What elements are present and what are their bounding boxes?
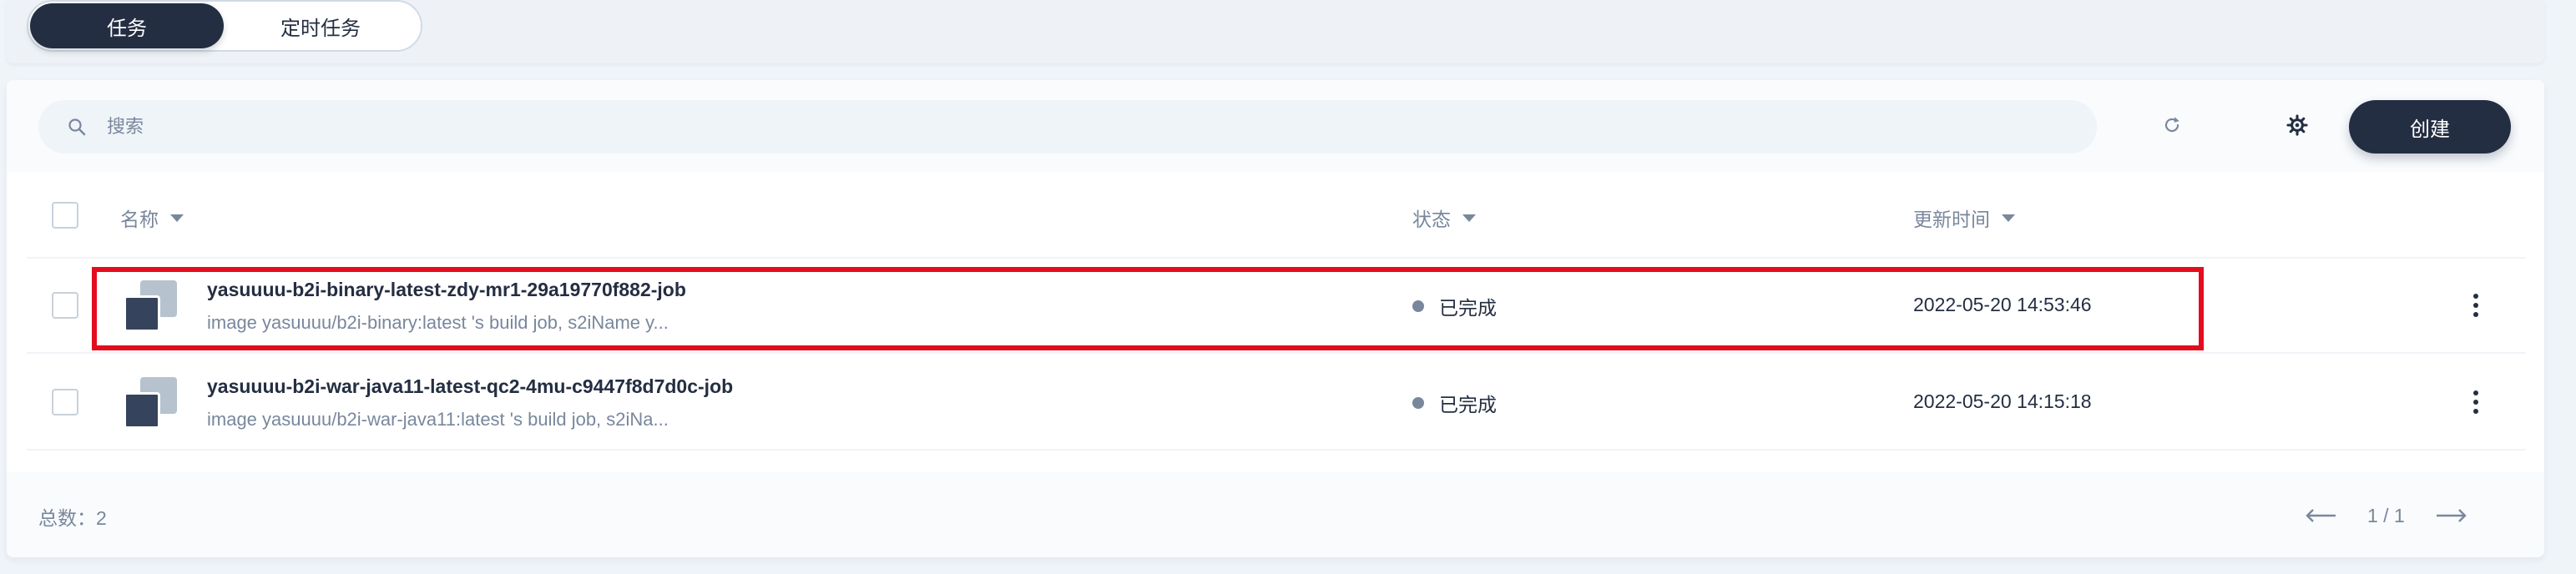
create-button[interactable]: 创建 — [2349, 100, 2511, 154]
search-icon — [68, 118, 86, 136]
more-actions-button[interactable] — [2459, 287, 2493, 324]
search-input[interactable] — [107, 110, 2077, 144]
caret-down-icon — [1462, 214, 1476, 222]
status-badge: 已完成 — [1412, 389, 1497, 417]
refresh-button[interactable] — [2154, 107, 2190, 144]
next-page-button[interactable] — [2433, 499, 2470, 532]
more-vertical-icon — [2473, 390, 2478, 395]
job-icon — [124, 280, 177, 332]
column-header-updated-label: 更新时间 — [1913, 209, 1990, 230]
tab-switcher: 任务 定时任务 — [27, 0, 422, 52]
total-count: 总数：2 — [38, 507, 107, 529]
search-bar[interactable] — [38, 100, 2097, 154]
job-icon — [124, 377, 177, 429]
arrow-left-icon — [2306, 509, 2336, 522]
arrow-right-icon — [2436, 509, 2467, 522]
gear-icon — [2286, 114, 2308, 136]
column-header-name-label: 名称 — [120, 209, 159, 230]
column-header-status-label: 状态 — [1412, 209, 1451, 230]
job-name-link[interactable]: yasuuuu-b2i-war-java11-latest-qc2-4mu-c9… — [207, 375, 733, 398]
updated-time: 2022-05-20 14:53:46 — [1913, 294, 2092, 315]
row-checkbox[interactable] — [52, 389, 78, 415]
jobs-card: 创建 名称 状态 更新时间 yasuuuu-b2i-binary-latest-… — [7, 80, 2544, 557]
more-actions-button[interactable] — [2459, 384, 2493, 420]
pagination: 1 / 1 — [2302, 499, 2470, 532]
status-dot-icon — [1412, 300, 1424, 312]
status-dot-icon — [1412, 397, 1424, 409]
toolbar: 创建 — [7, 80, 2544, 172]
status-badge: 已完成 — [1412, 292, 1497, 320]
tab-cron-jobs[interactable]: 定时任务 — [224, 3, 417, 48]
more-vertical-icon — [2473, 294, 2478, 299]
page-indicator: 1 / 1 — [2367, 504, 2405, 526]
column-header-name[interactable]: 名称 — [120, 204, 184, 232]
job-name-link[interactable]: yasuuuu-b2i-binary-latest-zdy-mr1-29a197… — [207, 279, 686, 301]
caret-down-icon — [2002, 214, 2015, 222]
table-header: 名称 状态 更新时间 — [27, 172, 2526, 259]
table-row[interactable]: yasuuuu-b2i-war-java11-latest-qc2-4mu-c9… — [27, 355, 2526, 451]
status-label: 已完成 — [1439, 394, 1497, 415]
select-all-checkbox[interactable] — [52, 202, 78, 229]
row-checkbox[interactable] — [52, 292, 78, 319]
table-row[interactable]: yasuuuu-b2i-binary-latest-zdy-mr1-29a197… — [27, 259, 2526, 354]
column-header-updated[interactable]: 更新时间 — [1913, 204, 2015, 232]
table-footer: 总数：2 1 / 1 — [7, 472, 2544, 557]
job-description: image yasuuuu/b2i-war-java11:latest 's b… — [207, 409, 669, 430]
settings-button[interactable] — [2279, 107, 2316, 144]
column-header-status[interactable]: 状态 — [1412, 204, 1476, 232]
updated-time: 2022-05-20 14:15:18 — [1913, 390, 2092, 412]
tab-jobs[interactable]: 任务 — [30, 3, 224, 48]
status-label: 已完成 — [1439, 297, 1497, 319]
prev-page-button[interactable] — [2302, 499, 2339, 532]
caret-down-icon — [170, 214, 184, 222]
refresh-icon — [2164, 117, 2179, 133]
job-description: image yasuuuu/b2i-binary:latest 's build… — [207, 312, 669, 333]
